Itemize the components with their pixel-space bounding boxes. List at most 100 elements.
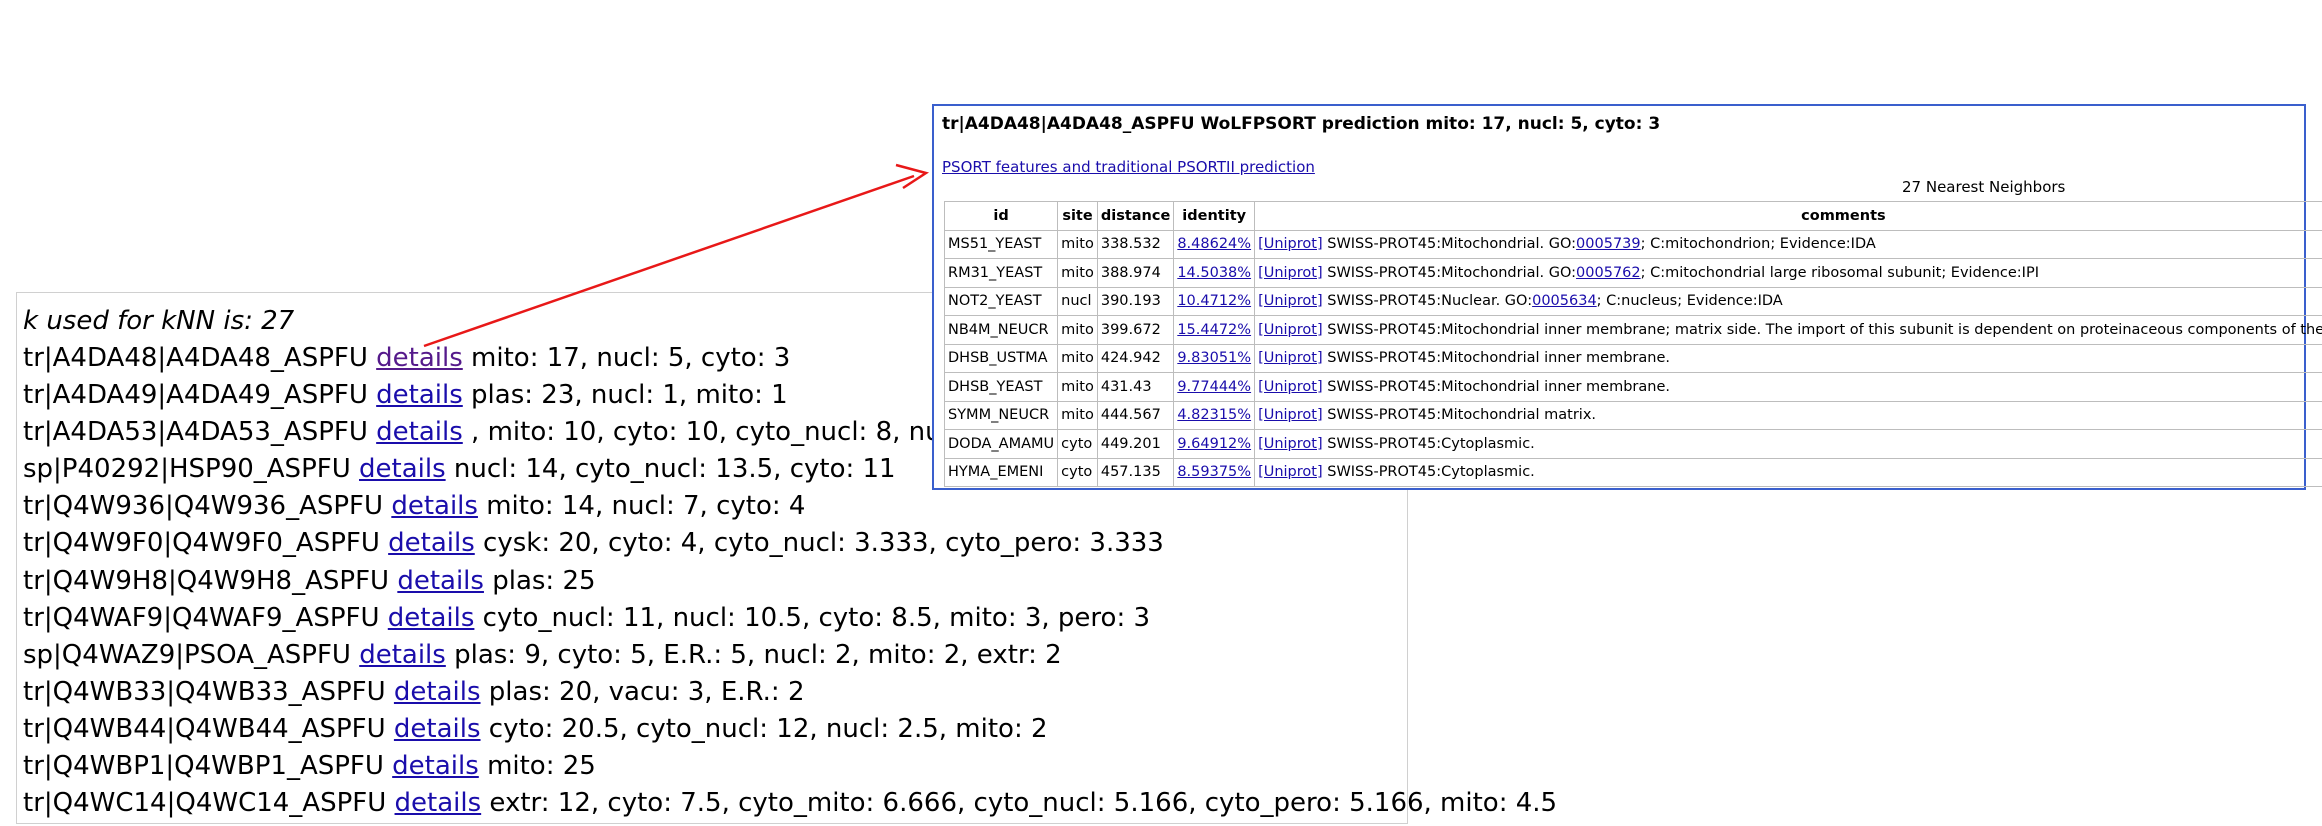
cell-distance: 338.532 [1096, 229, 1175, 259]
table-row: DHSB_USTMA mito 424.942 9.83051% [Uniprot] S… [943, 343, 2322, 373]
comment-suffix: ; C:mitochondrion; Evidence:IDA [1640, 236, 1876, 253]
result-summary: mito: 17, nucl: 5, cyto: 3 [471, 343, 791, 373]
cell-id: DHSB_USTMA [943, 343, 1059, 373]
details-link[interactable]: details [397, 566, 484, 596]
cell-identity: 15.4472% [1173, 315, 1256, 345]
cell-distance: 444.567 [1096, 400, 1175, 430]
details-link[interactable]: details [392, 751, 479, 781]
uniprot-link[interactable]: [Uniprot] [1258, 350, 1323, 366]
cell-comments: [Uniprot] SWISS-PROT45:Mitochondrial inn… [1254, 343, 2322, 373]
uniprot-link[interactable]: [Uniprot] [1258, 293, 1323, 309]
cell-comments: [Uniprot] SWISS-PROT45:Mitochondrial mat… [1254, 400, 2322, 430]
cell-distance: 431.43 [1096, 372, 1175, 402]
identity-link[interactable]: 4.82315% [1177, 407, 1251, 423]
result-line: tr|Q4W9H8|Q4W9H8_ASPFU details plas: 25 [23, 563, 1407, 600]
identity-link[interactable]: 10.4712% [1177, 293, 1251, 309]
result-summary: plas: 9, cyto: 5, E.R.: 5, nucl: 2, mito… [454, 639, 1062, 670]
comment-text: SWISS-PROT45:Cytoplasmic. [1327, 464, 1535, 481]
comment-suffix: ; C:mitochondrial large ribosomal subuni… [1640, 264, 2039, 281]
column-header-id: id [943, 201, 1059, 231]
popup-title: tr|A4DA48|A4DA48_ASPFU WoLFPSORT predict… [942, 114, 1661, 134]
result-summary: cyto: 20.5, cyto_nucl: 12, nucl: 2.5, mi… [488, 713, 1048, 744]
cell-site: mito [1057, 315, 1098, 345]
neighbors-caption: 27 Nearest Neighbors [1902, 178, 2066, 196]
identity-link[interactable]: 9.83051% [1177, 350, 1251, 366]
result-line: tr|Q4WAF9|Q4WAF9_ASPFU details cyto_nucl… [23, 600, 1407, 637]
identity-link[interactable]: 8.48624% [1177, 236, 1251, 252]
uniprot-link[interactable]: [Uniprot] [1258, 407, 1323, 423]
cell-site: mito [1057, 258, 1098, 288]
column-header-distance: distance [1096, 201, 1175, 231]
details-link[interactable]: details [376, 417, 463, 447]
table-row: NOT2_YEAST nucl 390.193 10.4712% [Uniprot] S… [943, 286, 2322, 316]
uniprot-link[interactable]: [Uniprot] [1258, 265, 1323, 281]
comment-text: SWISS-PROT45:Cytoplasmic. [1327, 435, 1535, 452]
cell-site: mito [1057, 343, 1098, 373]
details-link[interactable]: details [394, 714, 481, 744]
result-id: tr|Q4WBP1|Q4WBP1_ASPFU [23, 751, 384, 782]
result-id: tr|A4DA48|A4DA48_ASPFU [23, 343, 368, 373]
result-line: tr|Q4W936|Q4W936_ASPFU details mito: 14,… [23, 488, 1407, 525]
cell-id: MS51_YEAST [943, 229, 1059, 259]
cell-identity: 9.64912% [1173, 429, 1256, 459]
result-summary: extr: 12, cyto: 7.5, cyto_mito: 6.666, c… [489, 788, 1558, 819]
identity-link[interactable]: 9.77444% [1177, 379, 1251, 395]
arrow-head [895, 163, 930, 190]
identity-link[interactable]: 15.4472% [1177, 322, 1251, 338]
cell-comments: [Uniprot] SWISS-PROT45:Nuclear. GO:00056… [1254, 286, 2322, 316]
cell-comments: [Uniprot] SWISS-PROT45:Mitochondrial inn… [1254, 372, 2322, 402]
table-row: DHSB_YEAST mito 431.43 9.77444% [Uniprot] SW… [943, 372, 2322, 402]
result-id: tr|Q4W9F0|Q4W9F0_ASPFU [23, 528, 380, 559]
go-term-link[interactable]: 0005739 [1576, 236, 1641, 252]
details-link[interactable]: details [388, 603, 475, 633]
psort-features-link[interactable]: PSORT features and traditional PSORTII p… [942, 158, 1315, 176]
uniprot-link[interactable]: [Uniprot] [1258, 436, 1323, 452]
identity-link[interactable]: 8.59375% [1177, 464, 1251, 480]
cell-distance: 388.974 [1096, 258, 1175, 288]
cell-site: mito [1057, 400, 1098, 430]
details-link[interactable]: details [394, 677, 481, 707]
result-id: tr|A4DA53|A4DA53_ASPFU [23, 417, 368, 448]
neighbors-table-body: MS51_YEAST mito 338.532 8.48624% [Uniprot] S… [943, 229, 2322, 487]
cell-identity: 4.82315% [1173, 400, 1256, 430]
cell-site: mito [1057, 229, 1098, 259]
go-term-link[interactable]: 0005634 [1532, 293, 1597, 309]
cell-id: DHSB_YEAST [943, 372, 1059, 402]
cell-id: RM31_YEAST [943, 258, 1059, 288]
cell-site: mito [1057, 372, 1098, 402]
uniprot-link[interactable]: [Uniprot] [1258, 464, 1323, 480]
cell-identity: 9.77444% [1173, 372, 1256, 402]
go-term-link[interactable]: 0005762 [1576, 265, 1641, 281]
uniprot-link[interactable]: [Uniprot] [1258, 236, 1323, 252]
uniprot-link[interactable]: [Uniprot] [1258, 322, 1323, 338]
result-summary: nucl: 14, cyto_nucl: 13.5, cyto: 11 [453, 454, 896, 485]
table-row: HYMA_EMENI cyto 457.135 8.59375% [Uniprot] S… [943, 457, 2322, 487]
comment-text: SWISS-PROT45:Nuclear. GO: [1327, 293, 1533, 310]
details-link[interactable]: details [376, 380, 463, 410]
table-row: SYMM_NEUCR mito 444.567 4.82315% [Uniprot] S… [943, 400, 2322, 430]
table-row: DODA_AMAMU cyto 449.201 9.64912% [Uniprot] S… [943, 429, 2322, 459]
comment-text: SWISS-PROT45:Mitochondrial inner membran… [1327, 378, 1670, 395]
details-link[interactable]: details [359, 454, 446, 484]
result-summary: cysk: 20, cyto: 4, cyto_nucl: 3.333, cyt… [483, 528, 1164, 559]
details-link[interactable]: details [395, 788, 482, 818]
result-id: tr|A4DA49|A4DA49_ASPFU [23, 380, 368, 411]
cell-distance: 457.135 [1096, 457, 1175, 487]
result-id: tr|Q4WB33|Q4WB33_ASPFU [23, 676, 386, 707]
identity-link[interactable]: 14.5038% [1177, 265, 1251, 281]
comment-text: SWISS-PROT45:Mitochondrial inner membran… [1327, 321, 2322, 338]
result-id: sp|P40292|HSP90_ASPFU [23, 454, 351, 485]
cell-comments: [Uniprot] SWISS-PROT45:Mitochondrial. GO… [1254, 229, 2322, 259]
result-summary: plas: 25 [492, 565, 596, 596]
details-link[interactable]: details [359, 640, 446, 670]
details-link[interactable]: details [376, 343, 463, 373]
cell-id: NB4M_NEUCR [943, 315, 1059, 345]
uniprot-link[interactable]: [Uniprot] [1258, 379, 1323, 395]
details-link[interactable]: details [388, 528, 475, 558]
cell-identity: 9.83051% [1173, 343, 1256, 373]
cell-distance: 449.201 [1096, 429, 1175, 459]
cell-site: cyto [1057, 429, 1098, 459]
identity-link[interactable]: 9.64912% [1177, 436, 1251, 452]
cell-distance: 399.672 [1096, 315, 1175, 345]
details-link[interactable]: details [391, 491, 478, 521]
